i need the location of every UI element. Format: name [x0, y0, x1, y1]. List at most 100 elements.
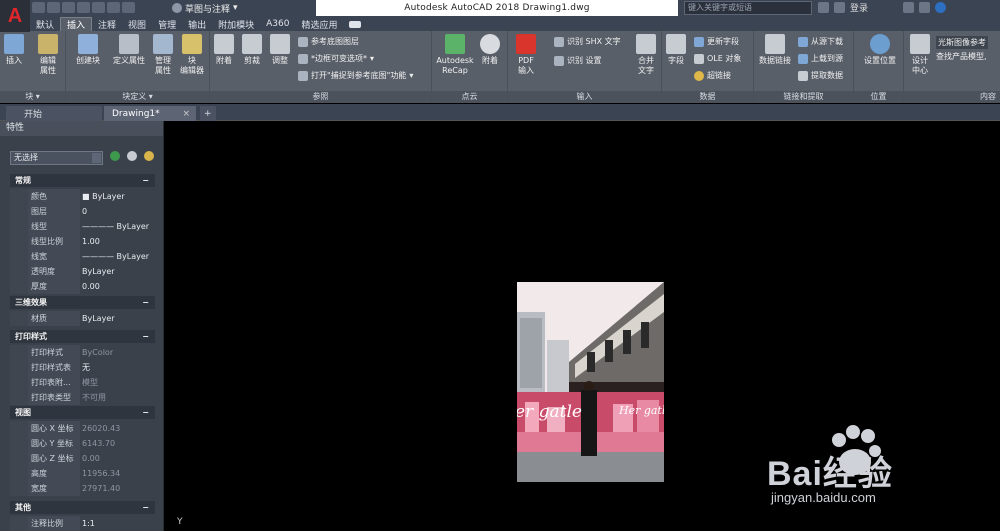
- tab-manage[interactable]: 管理: [152, 17, 182, 31]
- property-value[interactable]: 11956.34: [80, 466, 155, 481]
- ole-object-button[interactable]: OLE 对象: [694, 53, 741, 64]
- snap-underlay-dropdown[interactable]: 打开"捕捉到参考底图"功能 ▾: [298, 70, 413, 81]
- redo-icon[interactable]: [122, 2, 135, 13]
- selection-dropdown[interactable]: 无选择: [10, 151, 103, 165]
- reference-panel-title[interactable]: 参照: [210, 91, 431, 103]
- property-value[interactable]: 0: [80, 204, 155, 219]
- underlay-layers-button[interactable]: 参考底图图层: [298, 36, 359, 47]
- upload-source-button[interactable]: 上载到源: [798, 53, 843, 64]
- clip-button[interactable]: 剪裁: [242, 34, 262, 66]
- recap-button[interactable]: Autodesk ReCap: [434, 34, 476, 76]
- recognize-settings-button[interactable]: 识别 设置: [554, 55, 602, 66]
- property-value[interactable]: 模型: [80, 375, 155, 390]
- new-tab-button[interactable]: +: [200, 106, 216, 121]
- section-misc[interactable]: 其他 −: [10, 501, 155, 514]
- collapse-icon[interactable]: −: [142, 174, 149, 187]
- property-value[interactable]: ByColor: [80, 345, 155, 360]
- edit-attributes-button[interactable]: 编辑 属性: [34, 34, 62, 76]
- property-row[interactable]: 打印表附... 模型: [10, 375, 155, 390]
- block-editor-button[interactable]: 块 编辑器: [178, 34, 206, 76]
- property-row[interactable]: 打印表类型 不可用: [10, 390, 155, 405]
- property-value[interactable]: ———— ByLayer: [80, 249, 155, 264]
- set-location-button[interactable]: 设置位置: [860, 34, 900, 66]
- property-value[interactable]: 6143.70: [80, 436, 155, 451]
- property-value[interactable]: ByLayer: [80, 264, 155, 279]
- hyperlink-button[interactable]: 超链接: [694, 70, 731, 81]
- block-definition-panel-title[interactable]: 块定义 ▾: [66, 91, 209, 103]
- frame-options-dropdown[interactable]: *边框可变选项* ▾: [298, 53, 374, 64]
- create-block-button[interactable]: 创建块: [72, 34, 104, 66]
- help-icon[interactable]: [935, 2, 947, 13]
- field-button[interactable]: 字段: [666, 34, 686, 66]
- property-value[interactable]: 不可用: [80, 390, 155, 405]
- pdf-import-button[interactable]: PDF 输入: [514, 34, 538, 76]
- manage-attributes-button[interactable]: 管理 属性: [152, 34, 174, 76]
- section-general[interactable]: 常规 −: [10, 174, 155, 187]
- property-row[interactable]: 透明度 ByLayer: [10, 264, 155, 279]
- tab-default[interactable]: 默认: [30, 17, 60, 31]
- property-value[interactable]: 1.00: [80, 234, 155, 249]
- workspace-switcher[interactable]: 草图与注释 ▾: [172, 1, 238, 15]
- select-objects-icon[interactable]: [127, 151, 137, 161]
- property-row[interactable]: 线宽 ———— ByLayer: [10, 249, 155, 264]
- combine-text-button[interactable]: 合并 文字: [634, 34, 658, 76]
- new-icon[interactable]: [32, 2, 45, 13]
- property-row[interactable]: 注释比例 1:1: [10, 516, 155, 531]
- raster-image[interactable]: er gatle Her gatle: [517, 282, 664, 482]
- collapse-icon[interactable]: −: [142, 296, 149, 309]
- property-row[interactable]: 线型 ———— ByLayer: [10, 219, 155, 234]
- tab-output[interactable]: 输出: [182, 17, 212, 31]
- property-value[interactable]: 0.00: [80, 279, 155, 294]
- search-input[interactable]: 键入关键字或短语: [684, 1, 812, 15]
- property-row[interactable]: 厚度 0.00: [10, 279, 155, 294]
- property-row[interactable]: 线型比例 1.00: [10, 234, 155, 249]
- property-value[interactable]: 1:1: [80, 516, 155, 531]
- update-fields-button[interactable]: 更新字段: [694, 36, 739, 47]
- autocad-logo-icon[interactable]: A: [0, 0, 30, 32]
- binoculars-icon[interactable]: [818, 2, 829, 13]
- download-source-button[interactable]: 从源下载: [798, 36, 843, 47]
- collapse-icon[interactable]: −: [142, 330, 149, 343]
- quick-select-icon[interactable]: [144, 151, 154, 161]
- property-row[interactable]: 打印样式 ByColor: [10, 345, 155, 360]
- property-row[interactable]: 圆心 Y 坐标 6143.70: [10, 436, 155, 451]
- property-row[interactable]: 打印样式表无: [10, 360, 155, 375]
- user-icon[interactable]: [834, 2, 845, 13]
- attach-button[interactable]: 附着: [214, 34, 234, 66]
- drawing-tab[interactable]: Drawing1* ×: [104, 106, 196, 121]
- tab-addins[interactable]: 附加模块: [212, 17, 260, 31]
- cart-icon[interactable]: [903, 2, 915, 13]
- insert-button[interactable]: 插入: [4, 34, 24, 66]
- section-three-d[interactable]: 三维效果 −: [10, 296, 155, 309]
- seek-search-input[interactable]: 光斯图像参考: [936, 36, 988, 49]
- save-icon[interactable]: [62, 2, 75, 13]
- data-link-button[interactable]: 数据链接: [756, 34, 794, 66]
- toggle-pickadd-icon[interactable]: [110, 151, 120, 161]
- ribbon-options-button[interactable]: [343, 17, 367, 31]
- start-tab[interactable]: 开始: [6, 106, 102, 121]
- property-row[interactable]: 图层 0: [10, 204, 155, 219]
- property-row[interactable]: 材质 ByLayer: [10, 311, 155, 326]
- tab-featured-apps[interactable]: 精选应用: [295, 17, 343, 31]
- adjust-button[interactable]: 调整: [270, 34, 290, 66]
- undo-icon[interactable]: [107, 2, 120, 13]
- collapse-icon[interactable]: −: [142, 501, 149, 514]
- save-as-icon[interactable]: [77, 2, 90, 13]
- property-value[interactable]: ■ ByLayer: [80, 189, 155, 204]
- property-value[interactable]: ———— ByLayer: [80, 219, 155, 234]
- collapse-icon[interactable]: −: [142, 406, 149, 419]
- design-center-button[interactable]: 设计 中心: [908, 34, 932, 76]
- point-cloud-attach-button[interactable]: 附着: [480, 34, 500, 66]
- property-row[interactable]: 宽度 27971.40: [10, 481, 155, 496]
- extract-data-button[interactable]: 提取数据: [798, 70, 843, 81]
- tab-a360[interactable]: A360: [260, 17, 295, 31]
- recognize-shx-button[interactable]: 识别 SHX 文字: [554, 36, 621, 47]
- define-attributes-button[interactable]: 定义属性: [110, 34, 148, 66]
- tab-annotate[interactable]: 注释: [92, 17, 122, 31]
- tab-view[interactable]: 视图: [122, 17, 152, 31]
- property-value[interactable]: 0.00: [80, 451, 155, 466]
- login-button[interactable]: 登录: [850, 1, 868, 14]
- property-row[interactable]: 圆心 X 坐标 26020.43: [10, 421, 155, 436]
- a360-icon[interactable]: [919, 2, 931, 13]
- property-row[interactable]: 高度 11956.34: [10, 466, 155, 481]
